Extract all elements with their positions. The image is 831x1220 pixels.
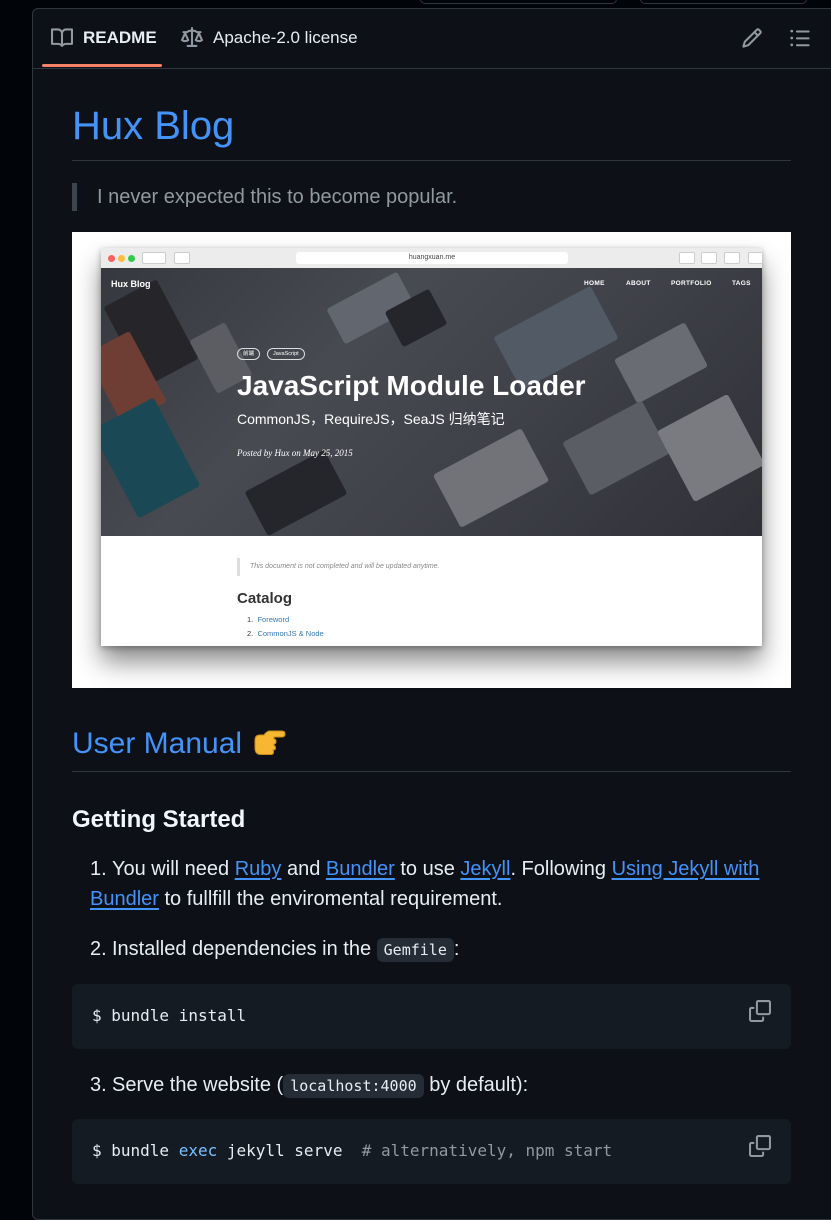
new-tab-icon: [748, 252, 762, 264]
code-block: $ bundle install: [72, 984, 791, 1049]
list-item: 2. Installed dependencies in the Gemfile:: [90, 938, 460, 962]
readme-quote: I never expected this to become popular.: [72, 183, 457, 211]
ruby-link[interactable]: Ruby: [235, 858, 282, 880]
back-forward-icon: [142, 252, 166, 264]
top-control[interactable]: [420, 0, 617, 4]
sidebar-icon: [174, 252, 190, 264]
post-catalog-heading: Catalog: [237, 590, 293, 607]
tab-license[interactable]: Apache-2.0 license: [181, 9, 358, 67]
hero-meta: Posted by Hux on May 25, 2015: [237, 448, 353, 458]
user-manual-heading: User Manual: [72, 722, 286, 770]
section-divider: [72, 771, 791, 772]
hero-nav-item: HOME: [584, 280, 605, 287]
edit-button[interactable]: [741, 27, 763, 49]
hero-nav-item: ABOUT: [626, 280, 651, 287]
top-control[interactable]: [640, 0, 807, 4]
hero-nav-item: PORTFOLIO: [671, 280, 712, 287]
title-divider: [72, 160, 791, 161]
preview-image: huangxuan.me Hux Blog HOME ABOUT PORTFOL…: [72, 232, 791, 688]
active-tab-indicator: [42, 64, 162, 67]
browser-window: huangxuan.me Hux Blog HOME ABOUT PORTFOL…: [101, 248, 762, 646]
hero-nav-item: TAGS: [732, 280, 751, 287]
list-item: 1. You will need Ruby and Bundler to use …: [90, 858, 760, 910]
tab-readme[interactable]: README: [51, 9, 157, 67]
browser-chrome: huangxuan.me: [101, 248, 762, 269]
minimize-dot-icon: [118, 255, 125, 262]
pointing-hand-icon: [252, 726, 286, 770]
tabs-icon: [701, 252, 717, 264]
copy-icon: [749, 1135, 771, 1157]
pencil-icon: [742, 28, 762, 48]
close-dot-icon: [108, 255, 115, 262]
bundler-link[interactable]: Bundler: [326, 858, 395, 880]
post-notice: This document is not completed and will …: [237, 558, 440, 576]
jekyll-link[interactable]: Jekyll: [460, 858, 510, 880]
localhost-code: localhost:4000: [283, 1074, 424, 1098]
hero-brand: Hux Blog: [111, 279, 151, 289]
outline-button[interactable]: [789, 27, 811, 49]
post-catalog-item: 2. CommonJS & Node: [247, 629, 324, 638]
code-text: $ bundle install: [92, 1006, 247, 1025]
getting-started-heading: Getting Started: [72, 806, 246, 833]
list-unordered-icon: [790, 29, 810, 47]
copy-button[interactable]: [749, 1000, 771, 1022]
law-scale-icon: [181, 27, 203, 49]
hero-subtitle: CommonJS，RequireJS，SeaJS 归纳笔记: [237, 411, 505, 427]
readme-tabs: README Apache-2.0 license: [33, 9, 831, 69]
copy-icon: [749, 1000, 771, 1022]
tab-license-label: Apache-2.0 license: [213, 28, 358, 47]
top-strip: [0, 0, 831, 8]
code-block: $ bundle exec jekyll serve # alternative…: [72, 1119, 791, 1184]
hero-tag: JavaScript: [267, 348, 305, 360]
book-icon: [51, 27, 73, 49]
post-body: This document is not completed and will …: [101, 536, 762, 646]
list-item: 3. Serve the website (localhost:4000 by d…: [90, 1074, 529, 1098]
share-icon: [679, 252, 695, 264]
browser-url: huangxuan.me: [296, 252, 568, 264]
code-text: $ bundle exec jekyll serve # alternative…: [92, 1141, 613, 1160]
download-icon: [724, 252, 740, 264]
hero-tag: 前端: [237, 348, 261, 360]
gemfile-code: Gemfile: [376, 938, 454, 962]
post-catalog-item: 1. Foreword: [247, 615, 290, 624]
maximize-dot-icon: [128, 255, 135, 262]
tab-readme-label: README: [83, 28, 157, 47]
hero-banner: Hux Blog HOME ABOUT PORTFOLIO TAGS 前端 Ja…: [101, 268, 762, 536]
copy-button[interactable]: [749, 1135, 771, 1157]
readme-title: Hux Blog: [72, 104, 235, 148]
hero-title: JavaScript Module Loader: [237, 370, 586, 401]
